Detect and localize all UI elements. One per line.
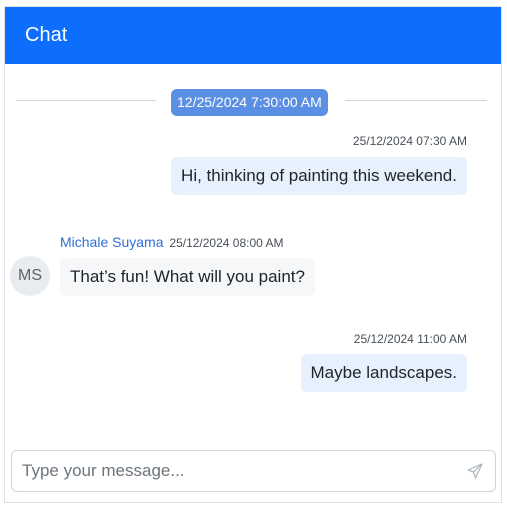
message-composer — [11, 450, 496, 492]
date-divider-line-right — [345, 100, 487, 101]
outgoing-message-bubble: Hi, thinking of painting this weekend. — [171, 157, 467, 195]
chat-window: Chat 12/25/2024 7:30:00 AM 25/12/2024 07… — [4, 6, 502, 503]
date-separator: 12/25/2024 7:30:00 AM — [171, 89, 328, 116]
message-timestamp: 25/12/2024 08:00 AM — [169, 236, 284, 250]
outgoing-message-bubble: Maybe landscapes. — [300, 354, 467, 392]
avatar: MS — [10, 256, 50, 296]
sender-name: Michale Suyama — [60, 234, 164, 250]
message-input[interactable] — [22, 451, 452, 491]
message-timestamp: 25/12/2024 11:00 AM — [353, 332, 467, 346]
message-timestamp: 25/12/2024 07:30 AM — [352, 134, 467, 148]
chat-title: Chat — [25, 24, 68, 46]
message-sender: Michale Suyama 25/12/2024 08:00 AM — [60, 234, 283, 250]
chat-header: Chat — [5, 7, 501, 64]
date-divider-line-left — [16, 100, 156, 101]
send-icon[interactable] — [467, 463, 483, 479]
incoming-message-bubble: That’s fun! What will you paint? — [60, 258, 315, 296]
